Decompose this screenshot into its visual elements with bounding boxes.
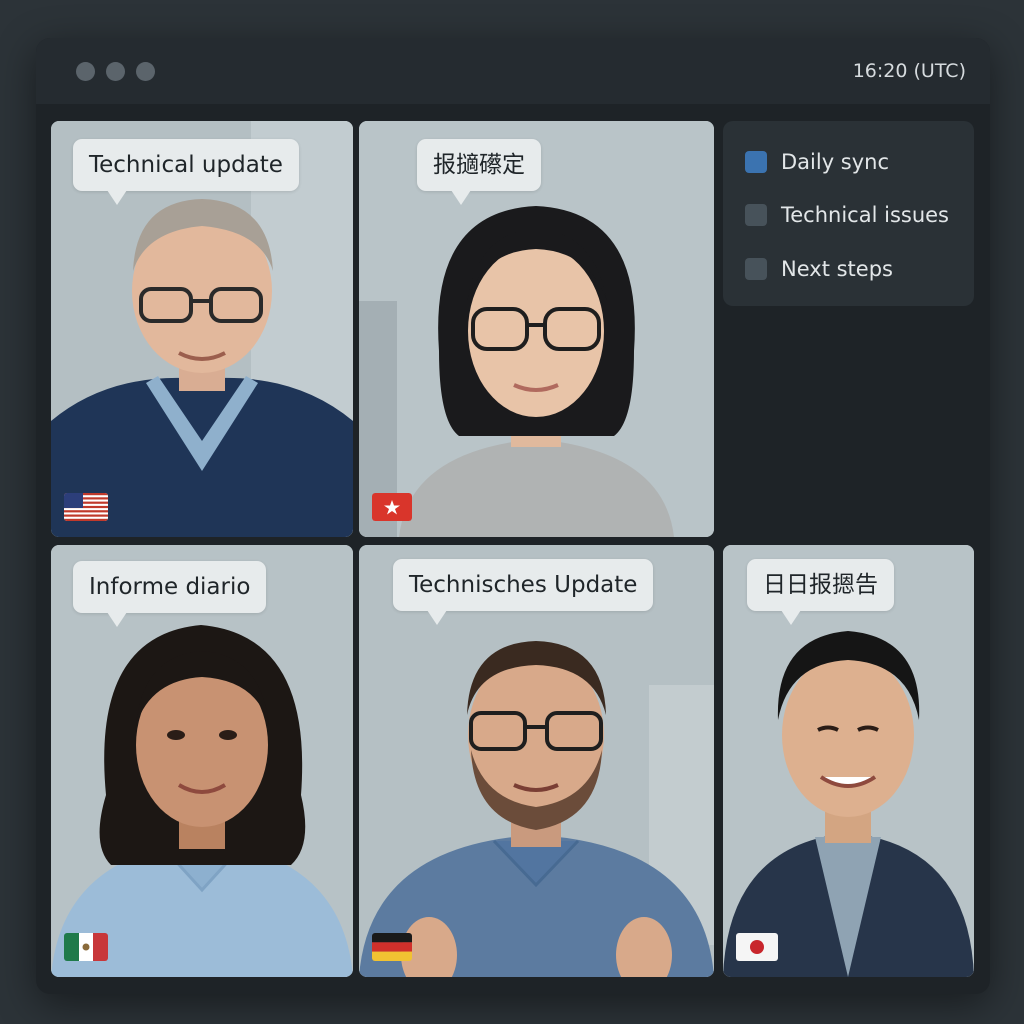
- participant-tile-4[interactable]: Technisches Update: [359, 545, 714, 977]
- meeting-clock: 16:20 (UTC): [852, 60, 966, 82]
- title-bar: 16:20 (UTC): [36, 38, 990, 104]
- us-flag-icon: [64, 493, 108, 521]
- participant-tile-1[interactable]: Technical update: [51, 121, 353, 537]
- agenda-item-daily-sync[interactable]: Daily sync: [745, 147, 889, 177]
- agenda-item-technical-issues[interactable]: Technical issues: [745, 200, 949, 230]
- caption-bubble: 报擿礤定: [417, 139, 541, 205]
- video-call-window: 16:20 (UTC) Technical update 报擿礤定 Daily …: [36, 38, 990, 994]
- caption-bubble: 日日报摁告: [747, 559, 894, 625]
- agenda-item-label: Next steps: [781, 257, 893, 281]
- caption-bubble: Technisches Update: [393, 559, 654, 625]
- maximize-window-dot[interactable]: [136, 62, 155, 81]
- japan-flag-icon: [736, 933, 778, 961]
- agenda-checkbox[interactable]: [745, 258, 767, 280]
- close-window-dot[interactable]: [76, 62, 95, 81]
- participant-tile-5[interactable]: 日日报摁告: [723, 545, 974, 977]
- china-flag-icon: [372, 493, 412, 521]
- caption-bubble: Informe diario: [73, 561, 267, 627]
- minimize-window-dot[interactable]: [106, 62, 125, 81]
- mexico-flag-icon: [64, 933, 108, 961]
- participant-tile-3[interactable]: Informe diario: [51, 545, 353, 977]
- germany-flag-icon: [372, 933, 412, 961]
- agenda-checkbox[interactable]: [745, 151, 767, 173]
- agenda-item-label: Technical issues: [781, 203, 949, 227]
- agenda-item-label: Daily sync: [781, 150, 890, 174]
- participant-tile-2[interactable]: 报擿礤定: [359, 121, 714, 537]
- agenda-checkbox[interactable]: [745, 204, 767, 226]
- agenda-panel: Daily sync Technical issues Next steps: [723, 121, 974, 306]
- caption-bubble: Technical update: [73, 139, 299, 205]
- agenda-item-next-steps[interactable]: Next steps: [745, 254, 893, 284]
